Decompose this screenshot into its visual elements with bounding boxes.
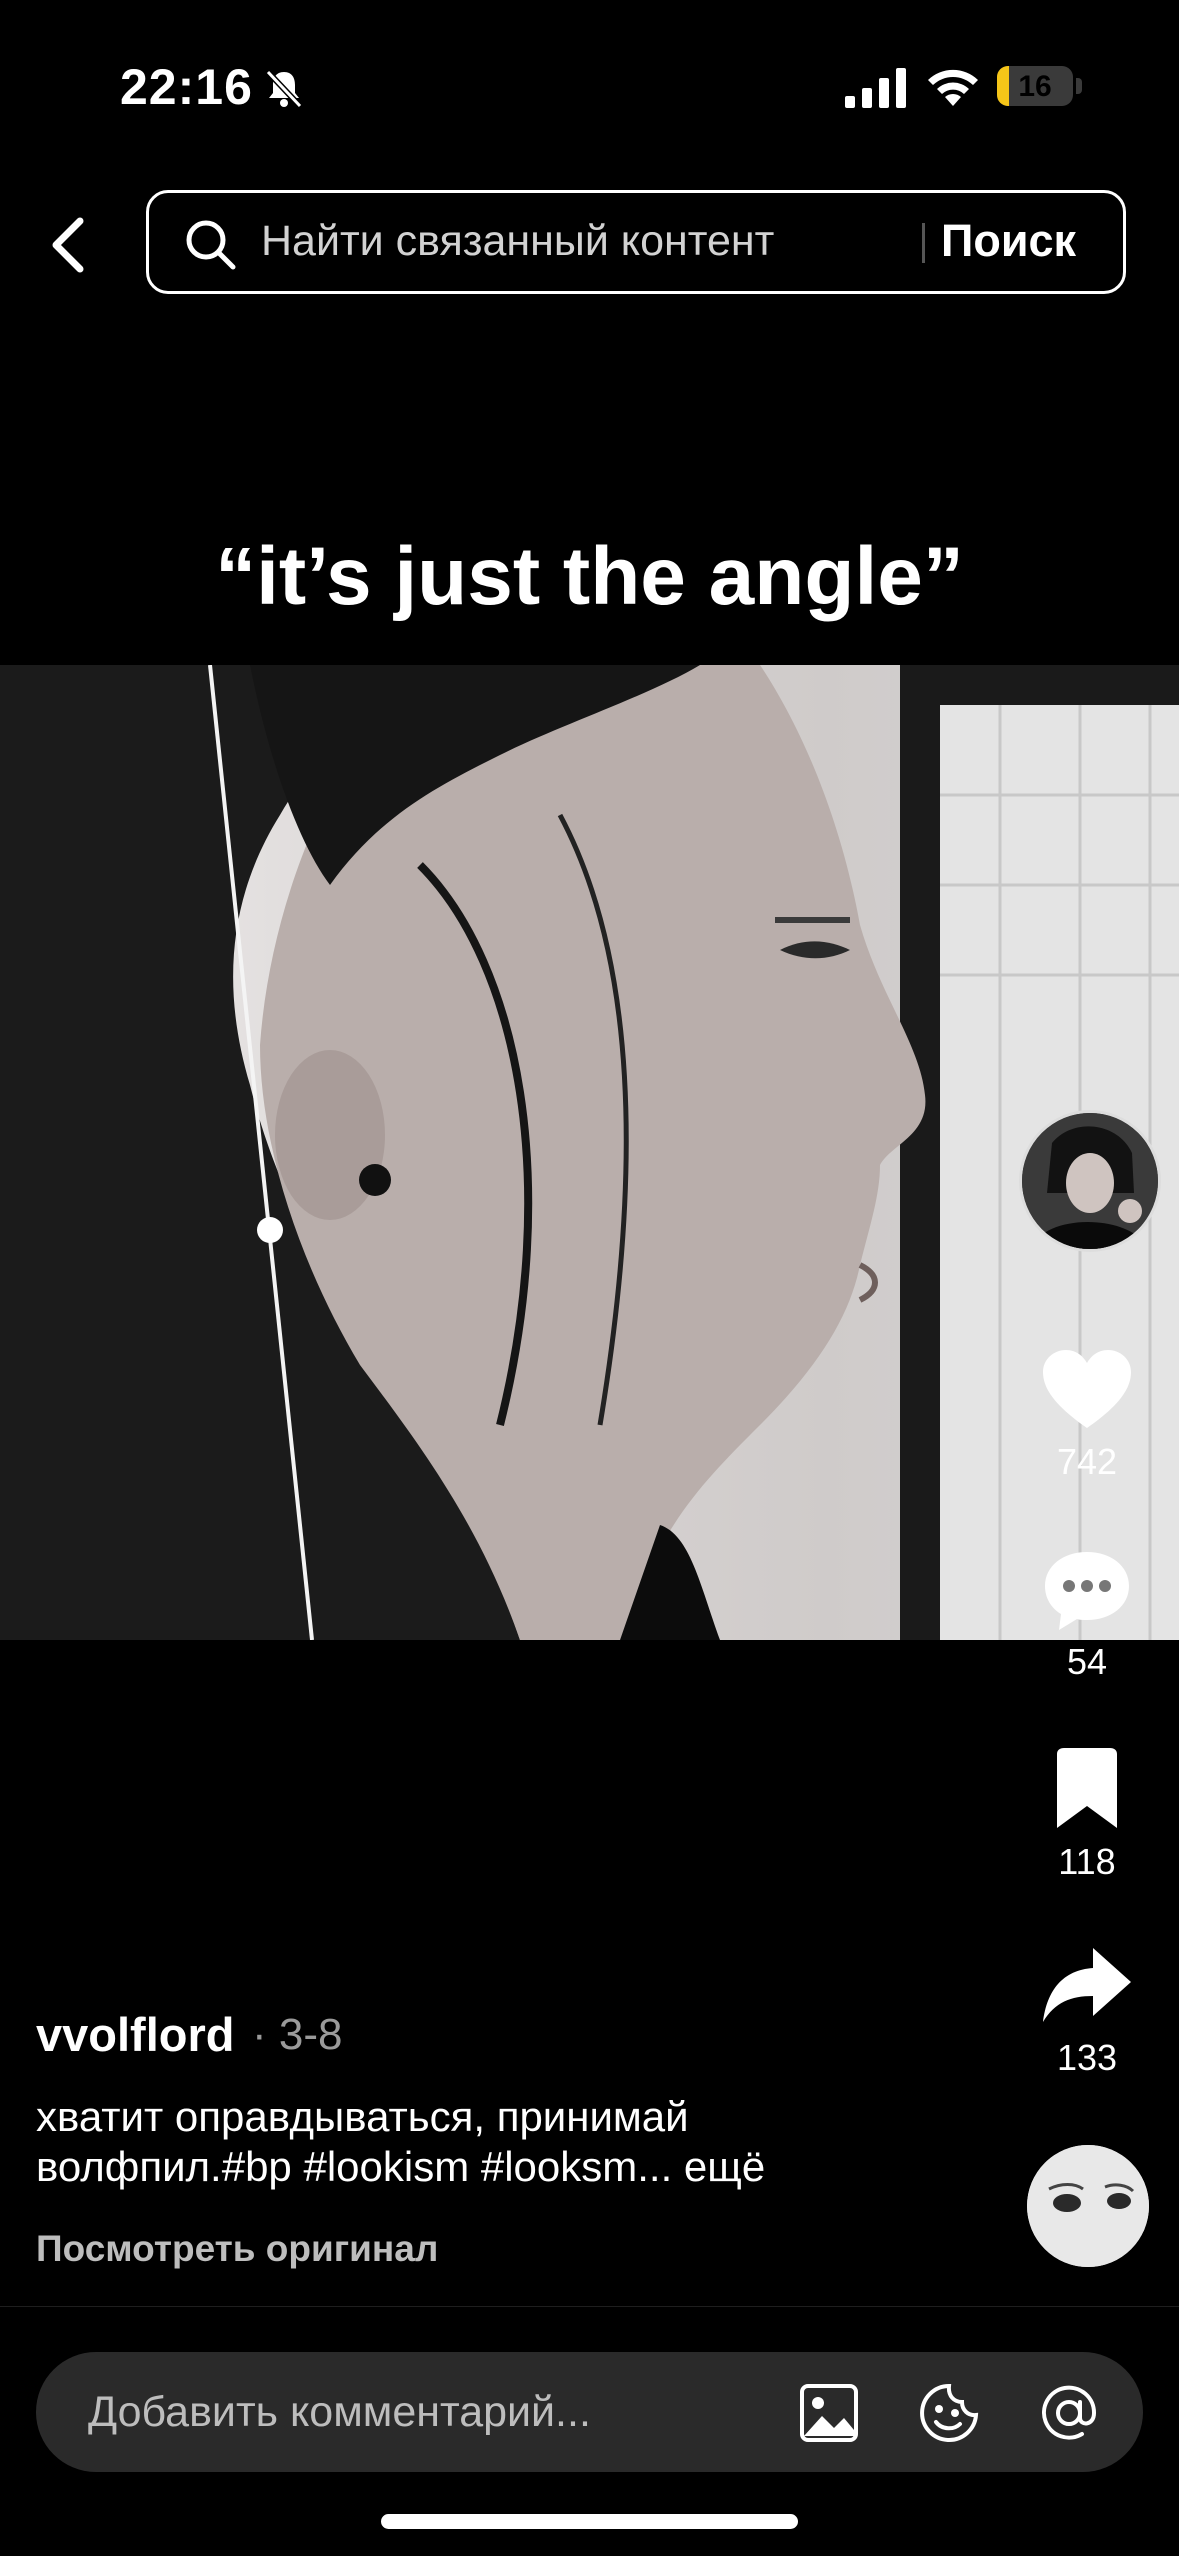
comment-count: 54: [1066, 1641, 1108, 1682]
post-description[interactable]: хватит оправдываться, принимай волфпил.#…: [36, 2092, 916, 2192]
search-input[interactable]: Найти связанный контент: [261, 217, 774, 266]
battery-level: 16: [1018, 70, 1052, 103]
mention-icon[interactable]: [1038, 2382, 1100, 2444]
search-button[interactable]: Поиск: [941, 215, 1076, 267]
view-original-link[interactable]: Посмотреть оригинал: [36, 2228, 438, 2270]
chevron-left-icon: [52, 217, 84, 273]
cellular-signal-icon: [845, 68, 906, 108]
music-disc[interactable]: [1027, 2145, 1149, 2267]
search-bar[interactable]: Найти связанный контент Поиск: [146, 190, 1126, 294]
tiktok-video-screen: 22:16 16 Найти связанный контент Поиск “…: [0, 0, 1179, 2556]
video-caption-overlay: “it’s just the angle”: [215, 531, 964, 622]
emoji-icon[interactable]: [918, 2382, 980, 2444]
comment-bar[interactable]: Добавить комментарий...: [36, 2352, 1143, 2472]
image-icon[interactable]: [798, 2382, 860, 2444]
share-arrow-icon: [1043, 1948, 1131, 2022]
back-button[interactable]: [36, 205, 100, 285]
like-button[interactable]: 742: [1035, 1348, 1139, 1483]
home-indicator: [381, 2514, 798, 2529]
save-count: 118: [1058, 1841, 1116, 1882]
status-time: 22:16: [120, 59, 253, 115]
share-count: 133: [1056, 2037, 1118, 2078]
heart-icon: [1043, 1350, 1131, 1428]
battery-indicator: 16: [997, 66, 1073, 106]
creator-avatar[interactable]: [1019, 1110, 1161, 1252]
wifi-icon: [928, 69, 978, 106]
save-button[interactable]: 118: [1035, 1748, 1139, 1883]
battery-tip: [1076, 78, 1082, 94]
author-username[interactable]: vvolflord: [36, 2007, 234, 2062]
search-icon: [186, 220, 236, 270]
search-divider: [922, 223, 925, 263]
music-cover-image: [1027, 2145, 1149, 2267]
share-button[interactable]: 133: [1035, 1944, 1139, 2079]
divider: [0, 2306, 1179, 2307]
video-frame-image: [0, 665, 1179, 1640]
avatar-image: [1022, 1113, 1158, 1249]
bookmark-icon: [1057, 1748, 1117, 1828]
like-count: 742: [1056, 1441, 1118, 1482]
video-player[interactable]: [0, 665, 1179, 1640]
post-date: · 3-8: [252, 2010, 343, 2059]
comment-input[interactable]: Добавить комментарий...: [88, 2388, 591, 2437]
comment-bubble-icon: [1045, 1552, 1129, 1630]
bell-muted-icon: [265, 69, 303, 109]
comment-button[interactable]: 54: [1035, 1548, 1139, 1683]
